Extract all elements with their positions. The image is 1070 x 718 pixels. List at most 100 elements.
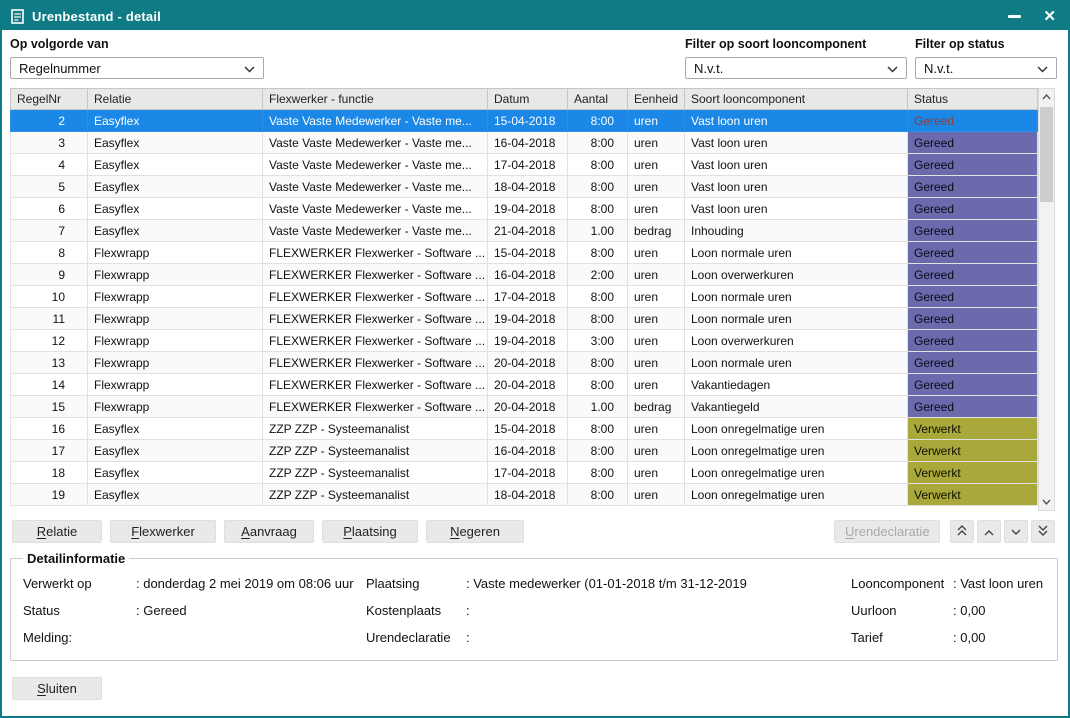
first-row-button[interactable] — [950, 520, 974, 543]
sort-select-value: Regelnummer — [19, 61, 101, 76]
sort-filter-group: Op volgorde van Regelnummer — [10, 37, 264, 79]
table-row[interactable]: 2EasyflexVaste Vaste Medewerker - Vaste … — [11, 110, 1038, 132]
cell-aantal: 3:00 — [568, 330, 628, 352]
cell-datum: 17-04-2018 — [488, 154, 568, 176]
table-row[interactable]: 15FlexwrappFLEXWERKER Flexwerker - Softw… — [11, 396, 1038, 418]
column-header-datum[interactable]: Datum — [488, 89, 568, 110]
column-header-eenheid[interactable]: Eenheid — [628, 89, 685, 110]
cell-eenheid: uren — [628, 352, 685, 374]
scrollbar-down-arrow[interactable] — [1039, 494, 1054, 510]
table-row[interactable]: 13FlexwrappFLEXWERKER Flexwerker - Softw… — [11, 352, 1038, 374]
aanvraag-button[interactable]: Aanvraag — [224, 520, 314, 543]
table-row[interactable]: 3EasyflexVaste Vaste Medewerker - Vaste … — [11, 132, 1038, 154]
cell-status: Gereed — [908, 396, 1038, 418]
status-filter-select[interactable]: N.v.t. — [915, 57, 1057, 79]
looncomponent-filter-value: N.v.t. — [694, 61, 723, 76]
sort-select[interactable]: Regelnummer — [10, 57, 264, 79]
scrollbar-thumb[interactable] — [1040, 107, 1053, 202]
cell-datum: 21-04-2018 — [488, 220, 568, 242]
table-row[interactable]: 6EasyflexVaste Vaste Medewerker - Vaste … — [11, 198, 1038, 220]
table-body: 2EasyflexVaste Vaste Medewerker - Vaste … — [11, 110, 1038, 506]
cell-relatie: Flexwrapp — [88, 374, 263, 396]
cell-aantal: 1.00 — [568, 396, 628, 418]
vertical-scrollbar[interactable] — [1038, 88, 1055, 511]
cell-flexwerker: FLEXWERKER Flexwerker - Software ... — [263, 242, 488, 264]
table-row[interactable]: 10FlexwrappFLEXWERKER Flexwerker - Softw… — [11, 286, 1038, 308]
cell-relatie: Easyflex — [88, 154, 263, 176]
cell-eenheid: uren — [628, 286, 685, 308]
cell-flexwerker: Vaste Vaste Medewerker - Vaste me... — [263, 154, 488, 176]
table-row[interactable]: 5EasyflexVaste Vaste Medewerker - Vaste … — [11, 176, 1038, 198]
chevron-up-icon — [984, 524, 994, 539]
scrollbar-up-arrow[interactable] — [1039, 89, 1054, 105]
plaatsing-value: : Vaste medewerker (01-01-2018 t/m 31-12… — [466, 576, 851, 591]
status-filter-group: Filter op status N.v.t. — [915, 37, 1057, 79]
cell-status: Gereed — [908, 264, 1038, 286]
table-row[interactable]: 16EasyflexZZP ZZP - Systeemanalist15-04-… — [11, 418, 1038, 440]
cell-status: Gereed — [908, 132, 1038, 154]
footer-bar: Sluiten — [2, 661, 1068, 716]
cell-regelnr: 19 — [11, 484, 88, 506]
cell-datum: 19-04-2018 — [488, 198, 568, 220]
table-row[interactable]: 12FlexwrappFLEXWERKER Flexwerker - Softw… — [11, 330, 1038, 352]
column-header-aantal[interactable]: Aantal — [568, 89, 628, 110]
cell-regelnr: 13 — [11, 352, 88, 374]
cell-relatie: Easyflex — [88, 220, 263, 242]
cell-regelnr: 7 — [11, 220, 88, 242]
looncomponent-filter-select[interactable]: N.v.t. — [685, 57, 907, 79]
cell-datum: 19-04-2018 — [488, 330, 568, 352]
column-header-status[interactable]: Status — [908, 89, 1038, 110]
cell-regelnr: 18 — [11, 462, 88, 484]
cell-eenheid: bedrag — [628, 396, 685, 418]
previous-row-button[interactable] — [977, 520, 1001, 543]
urendeclaratie-button[interactable]: Urendeclaratie — [834, 520, 940, 543]
cell-looncomponent: Vakantiegeld — [685, 396, 908, 418]
cell-datum: 18-04-2018 — [488, 176, 568, 198]
column-header-looncomponent[interactable]: Soort looncomponent — [685, 89, 908, 110]
close-button[interactable]: ✕ — [1043, 8, 1056, 24]
status-label: Status — [23, 603, 136, 618]
table-row[interactable]: 7EasyflexVaste Vaste Medewerker - Vaste … — [11, 220, 1038, 242]
scrollbar-track[interactable] — [1039, 202, 1054, 494]
urendeclaratie-label: Urendeclaratie — [366, 630, 466, 645]
cell-flexwerker: FLEXWERKER Flexwerker - Software ... — [263, 374, 488, 396]
cell-datum: 16-04-2018 — [488, 440, 568, 462]
cell-relatie: Flexwrapp — [88, 396, 263, 418]
table-row[interactable]: 18EasyflexZZP ZZP - Systeemanalist17-04-… — [11, 462, 1038, 484]
action-button-bar: Relatie Flexwerker Aanvraag Plaatsing Ne… — [2, 511, 1068, 551]
table-header-row: RegelNr Relatie Flexwerker - functie Dat… — [11, 89, 1038, 110]
cell-status: Verwerkt — [908, 418, 1038, 440]
table-row[interactable]: 11FlexwrappFLEXWERKER Flexwerker - Softw… — [11, 308, 1038, 330]
table-row[interactable]: 4EasyflexVaste Vaste Medewerker - Vaste … — [11, 154, 1038, 176]
relatie-button[interactable]: Relatie — [12, 520, 102, 543]
table-row[interactable]: 9FlexwrappFLEXWERKER Flexwerker - Softwa… — [11, 264, 1038, 286]
column-header-relatie[interactable]: Relatie — [88, 89, 263, 110]
table-row[interactable]: 8FlexwrappFLEXWERKER Flexwerker - Softwa… — [11, 242, 1038, 264]
next-row-button[interactable] — [1004, 520, 1028, 543]
table-row[interactable]: 19EasyflexZZP ZZP - Systeemanalist18-04-… — [11, 484, 1038, 506]
flexwerker-button[interactable]: Flexwerker — [110, 520, 216, 543]
plaatsing-button[interactable]: Plaatsing — [322, 520, 418, 543]
cell-datum: 18-04-2018 — [488, 484, 568, 506]
sluiten-button[interactable]: Sluiten — [12, 677, 102, 700]
cell-eenheid: uren — [628, 242, 685, 264]
table-row[interactable]: 17EasyflexZZP ZZP - Systeemanalist16-04-… — [11, 440, 1038, 462]
cell-flexwerker: FLEXWERKER Flexwerker - Software ... — [263, 330, 488, 352]
cell-regelnr: 15 — [11, 396, 88, 418]
cell-looncomponent: Inhouding — [685, 220, 908, 242]
chevron-down-icon — [1037, 61, 1048, 76]
hours-table-container: RegelNr Relatie Flexwerker - functie Dat… — [2, 88, 1068, 511]
negeren-button[interactable]: Negeren — [426, 520, 524, 543]
cell-eenheid: uren — [628, 154, 685, 176]
window-urenbestand-detail: Urenbestand - detail ✕ Op volgorde van R… — [0, 0, 1070, 718]
cell-aantal: 8:00 — [568, 418, 628, 440]
title-bar: Urenbestand - detail ✕ — [2, 2, 1068, 30]
cell-eenheid: uren — [628, 418, 685, 440]
minimize-button[interactable] — [1008, 8, 1021, 24]
column-header-regelnr[interactable]: RegelNr — [11, 89, 88, 110]
last-row-button[interactable] — [1031, 520, 1055, 543]
cell-flexwerker: FLEXWERKER Flexwerker - Software ... — [263, 308, 488, 330]
sort-label: Op volgorde van — [10, 37, 264, 51]
table-row[interactable]: 14FlexwrappFLEXWERKER Flexwerker - Softw… — [11, 374, 1038, 396]
column-header-flexwerker[interactable]: Flexwerker - functie — [263, 89, 488, 110]
